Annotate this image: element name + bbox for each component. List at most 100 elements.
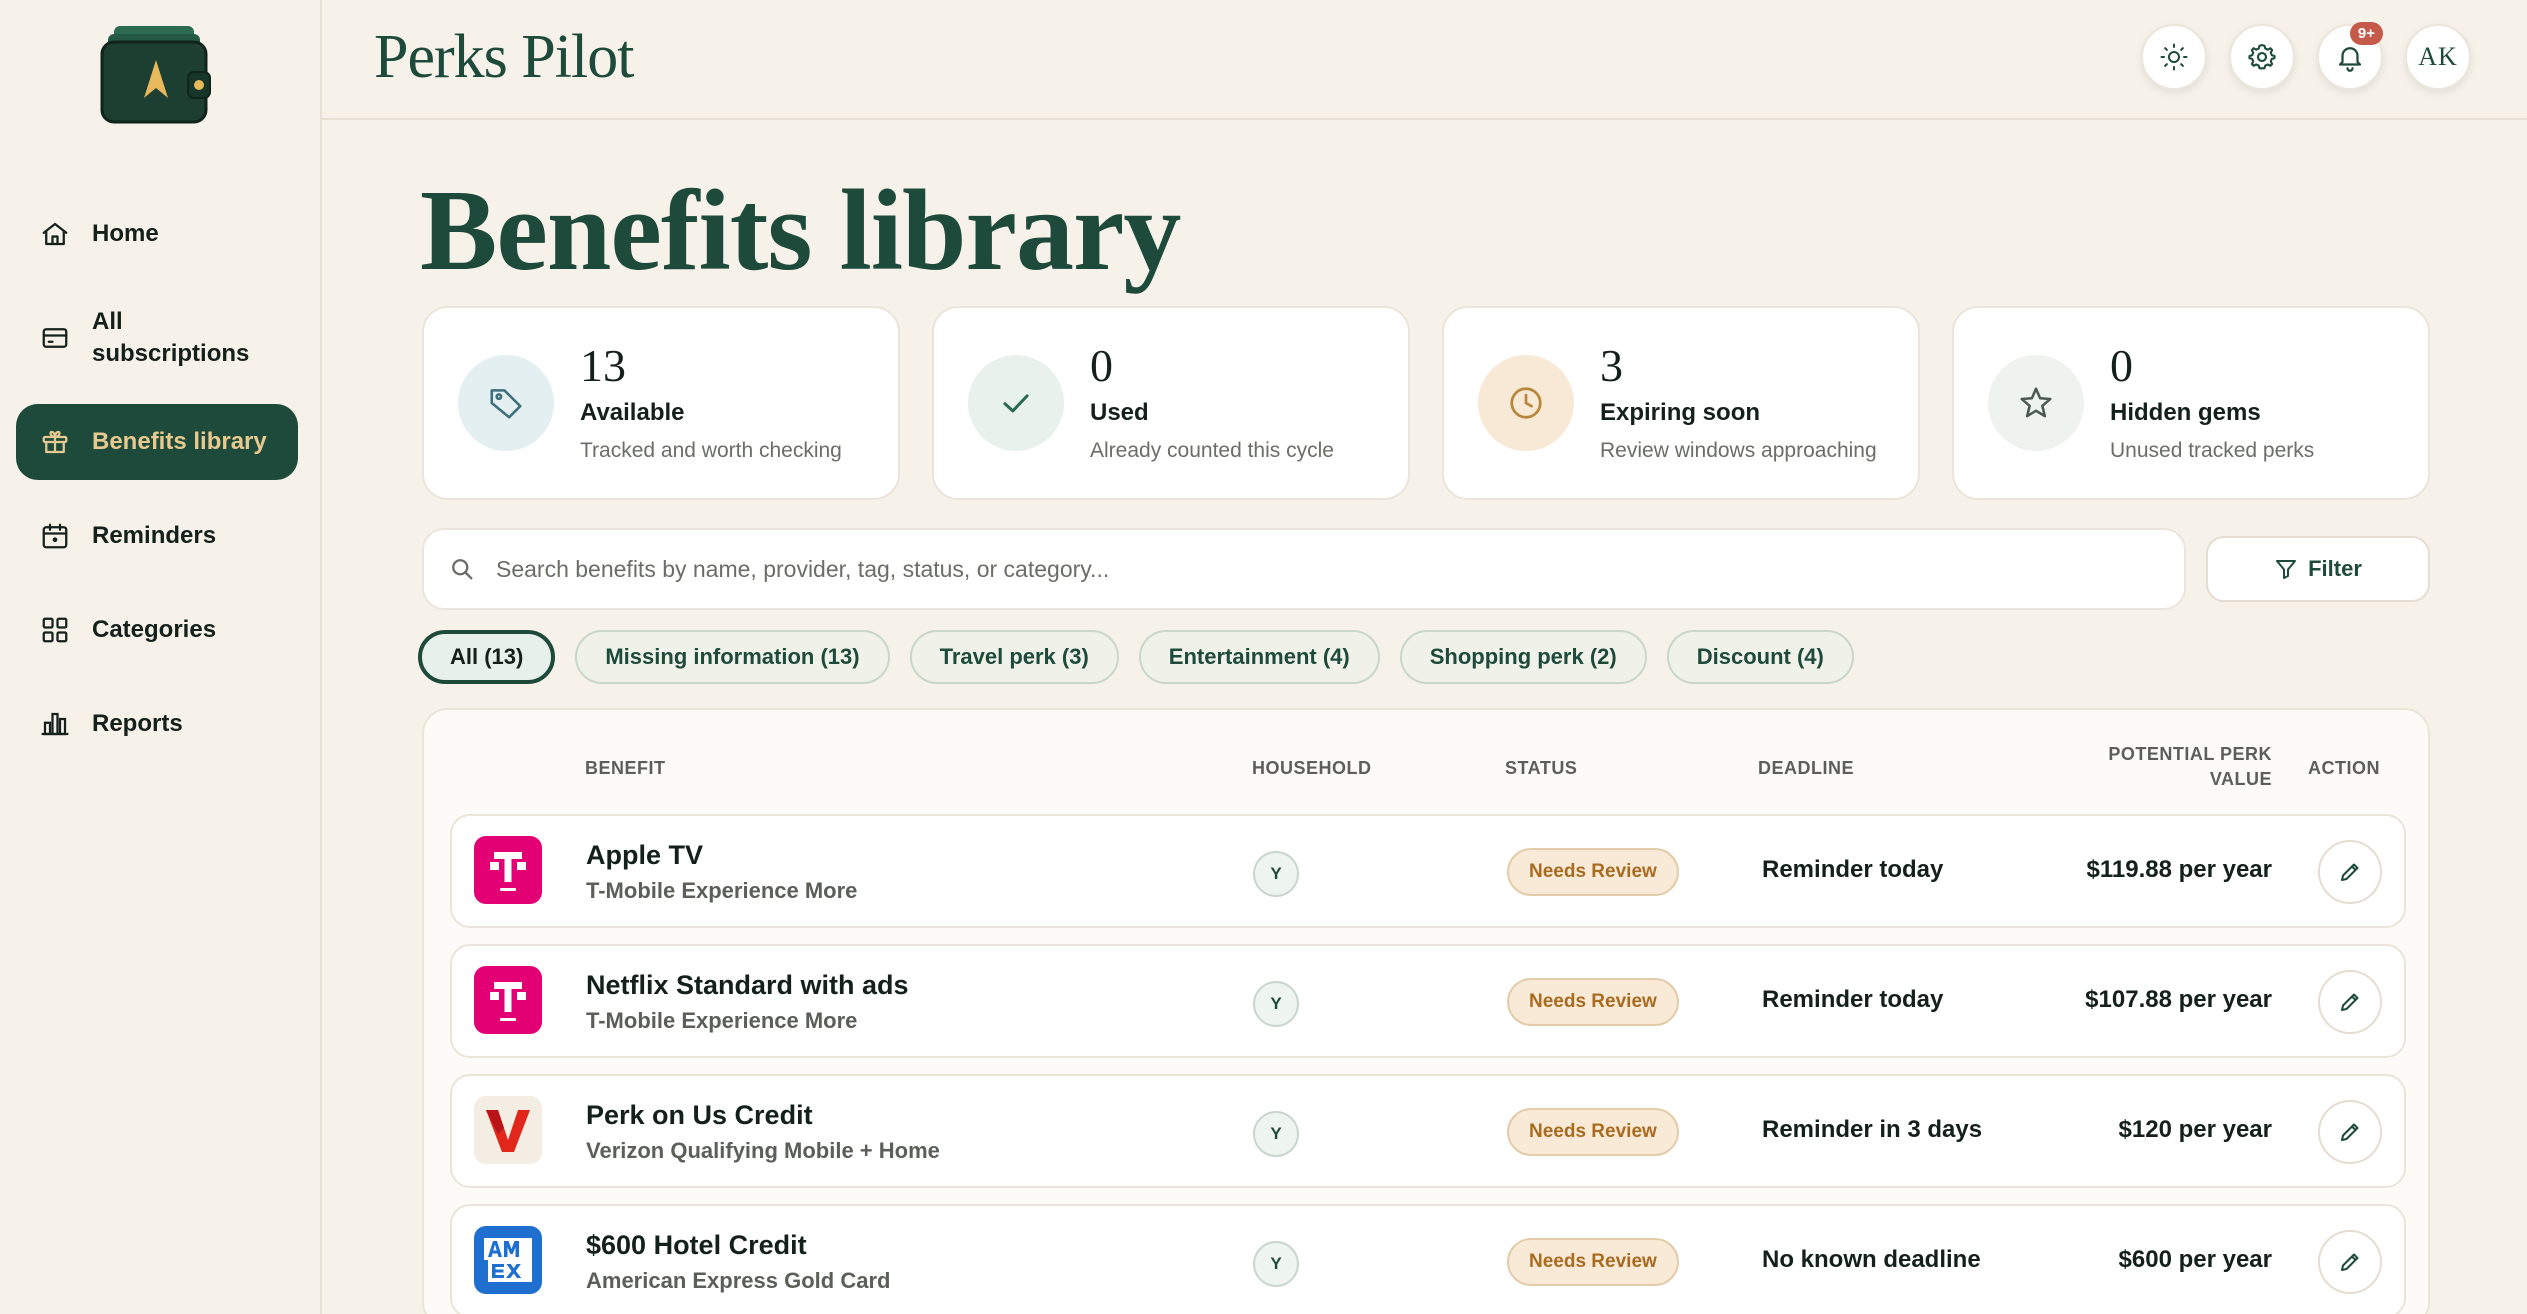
edit-button[interactable] bbox=[2318, 840, 2382, 904]
bar-chart-icon bbox=[41, 712, 69, 736]
wallet-logo-icon[interactable] bbox=[100, 22, 212, 124]
deadline-text: No known deadline bbox=[1762, 1246, 1981, 1273]
chip-discount[interactable]: Discount (4) bbox=[1666, 630, 1854, 684]
household-avatar: Y bbox=[1253, 1241, 1299, 1287]
benefits-table: BENEFIT HOUSEHOLD STATUS DEADLINE POTENT… bbox=[422, 708, 2430, 1314]
status-badge: Needs Review bbox=[1507, 1238, 1679, 1286]
search-icon bbox=[452, 559, 473, 580]
grid-icon bbox=[42, 617, 68, 643]
sidebar-item-label: Reminders bbox=[92, 522, 217, 549]
chip-entertainment[interactable]: Entertainment (4) bbox=[1138, 630, 1380, 684]
perk-value: $600 per year bbox=[2118, 1246, 2272, 1273]
chip-missing-information[interactable]: Missing information (13) bbox=[575, 630, 890, 684]
benefit-provider: T-Mobile Experience More bbox=[586, 878, 858, 903]
home-icon bbox=[42, 222, 68, 246]
table-row[interactable]: Apple TV T-Mobile Experience More Y Need… bbox=[450, 814, 2406, 928]
verizon-logo-icon bbox=[474, 1096, 542, 1164]
chip-travel-perk[interactable]: Travel perk (3) bbox=[909, 630, 1119, 684]
column-header-action: ACTION bbox=[2308, 758, 2380, 778]
brand-title: Perks Pilot bbox=[374, 23, 634, 91]
benefit-name: $600 Hotel Credit bbox=[586, 1230, 807, 1260]
column-header-value[interactable]: POTENTIAL PERK VALUE bbox=[2108, 744, 2272, 790]
sidebar-item-reminders[interactable]: Reminders bbox=[16, 498, 298, 574]
edit-button[interactable] bbox=[2318, 970, 2382, 1034]
sidebar-item-all-subscriptions[interactable]: All subscriptions bbox=[16, 290, 298, 386]
table-row[interactable]: Perk on Us Credit Verizon Qualifying Mob… bbox=[450, 1074, 2406, 1188]
stat-label: Used bbox=[1090, 399, 1149, 426]
benefit-provider: American Express Gold Card bbox=[586, 1268, 891, 1293]
filter-chips: All (13) Missing information (13) Travel… bbox=[418, 630, 1854, 684]
perk-value: $107.88 per year bbox=[2085, 986, 2272, 1013]
pencil-icon bbox=[2341, 1253, 2359, 1271]
sidebar-nav: Home All subscriptions Benefits library … bbox=[16, 196, 298, 780]
stat-subtitle: Unused tracked perks bbox=[2110, 439, 2315, 462]
table-row[interactable]: Netflix Standard with ads T-Mobile Exper… bbox=[450, 944, 2406, 1058]
sidebar-item-label: Categories bbox=[92, 616, 217, 643]
topbar: Perks Pilot 9+ AK bbox=[322, 0, 2527, 120]
sidebar-item-label: Home bbox=[92, 220, 159, 247]
stat-label: Expiring soon bbox=[1600, 399, 1761, 426]
stat-number: 0 bbox=[1090, 340, 1113, 391]
filter-icon bbox=[2276, 560, 2297, 579]
notifications-badge: 9+ bbox=[2349, 22, 2383, 45]
stats-row: 13 Available Tracked and worth checking … bbox=[422, 306, 2430, 500]
status-badge: Needs Review bbox=[1507, 978, 1679, 1026]
column-header-value-line1: POTENTIAL PERK bbox=[2108, 744, 2272, 764]
stat-number: 13 bbox=[580, 340, 626, 391]
benefit-name: Netflix Standard with ads bbox=[586, 970, 909, 1000]
household-avatar: Y bbox=[1253, 1111, 1299, 1157]
column-header-benefit[interactable]: BENEFIT bbox=[585, 758, 666, 779]
edit-button[interactable] bbox=[2318, 1100, 2382, 1164]
settings-button[interactable] bbox=[2229, 24, 2295, 90]
gift-icon bbox=[42, 430, 68, 454]
check-icon bbox=[968, 355, 1064, 451]
stat-card-used[interactable]: 0 Used Already counted this cycle bbox=[932, 306, 1410, 500]
column-header-household[interactable]: HOUSEHOLD bbox=[1252, 758, 1372, 779]
search-bar bbox=[422, 528, 2186, 610]
search-input[interactable] bbox=[496, 555, 2184, 583]
sidebar-item-categories[interactable]: Categories bbox=[16, 592, 298, 668]
filter-label: Filter bbox=[2308, 556, 2362, 581]
sidebar-item-reports[interactable]: Reports bbox=[16, 686, 298, 762]
theme-toggle-button[interactable] bbox=[2141, 24, 2207, 90]
tag-icon bbox=[458, 355, 554, 451]
notifications-button[interactable]: 9+ bbox=[2317, 22, 2383, 90]
chip-all[interactable]: All (13) bbox=[418, 630, 556, 684]
benefit-provider: T-Mobile Experience More bbox=[586, 1008, 858, 1033]
clock-icon bbox=[1478, 355, 1574, 451]
stat-card-available[interactable]: 13 Available Tracked and worth checking bbox=[422, 306, 900, 500]
household-avatar: Y bbox=[1253, 851, 1299, 897]
edit-button[interactable] bbox=[2318, 1230, 2382, 1294]
pencil-icon bbox=[2341, 1123, 2359, 1141]
stat-subtitle: Review windows approaching bbox=[1600, 439, 1877, 462]
benefit-provider: Verizon Qualifying Mobile + Home bbox=[586, 1138, 940, 1163]
avatar-initials: AK bbox=[2418, 42, 2458, 71]
perk-value: $119.88 per year bbox=[2086, 856, 2273, 883]
table-row[interactable]: $600 Hotel Credit American Express Gold … bbox=[450, 1204, 2406, 1314]
column-header-status[interactable]: STATUS bbox=[1505, 758, 1577, 779]
user-avatar-button[interactable]: AK bbox=[2405, 24, 2471, 90]
chip-shopping-perk[interactable]: Shopping perk (2) bbox=[1399, 630, 1647, 684]
sidebar-item-label: Reports bbox=[92, 710, 183, 737]
stat-number: 0 bbox=[2110, 340, 2133, 391]
stat-card-hidden-gems[interactable]: 0 Hidden gems Unused tracked perks bbox=[1952, 306, 2430, 500]
sidebar-item-home[interactable]: Home bbox=[16, 196, 298, 272]
column-header-value-line2: VALUE bbox=[2209, 769, 2272, 789]
sidebar-item-label: Benefits library bbox=[92, 428, 267, 455]
benefit-name: Apple TV bbox=[586, 840, 704, 870]
star-icon bbox=[1988, 355, 2084, 451]
deadline-text: Reminder today bbox=[1762, 856, 1944, 883]
stat-card-expiring-soon[interactable]: 3 Expiring soon Review windows approachi… bbox=[1442, 306, 1920, 500]
sidebar-item-benefits-library[interactable]: Benefits library bbox=[16, 404, 298, 480]
t-life-logo-icon bbox=[474, 966, 542, 1034]
filter-button[interactable]: Filter bbox=[2206, 536, 2430, 602]
stat-subtitle: Already counted this cycle bbox=[1090, 439, 1334, 462]
stat-number: 3 bbox=[1600, 340, 1623, 391]
card-icon bbox=[42, 328, 68, 348]
bell-icon bbox=[2338, 47, 2362, 72]
column-header-deadline[interactable]: DEADLINE bbox=[1758, 758, 1854, 779]
amex-logo-icon bbox=[474, 1226, 542, 1294]
sidebar-item-label: All subscriptions bbox=[92, 308, 250, 367]
top-actions: 9+ AK bbox=[2141, 22, 2471, 90]
status-badge: Needs Review bbox=[1507, 848, 1679, 896]
